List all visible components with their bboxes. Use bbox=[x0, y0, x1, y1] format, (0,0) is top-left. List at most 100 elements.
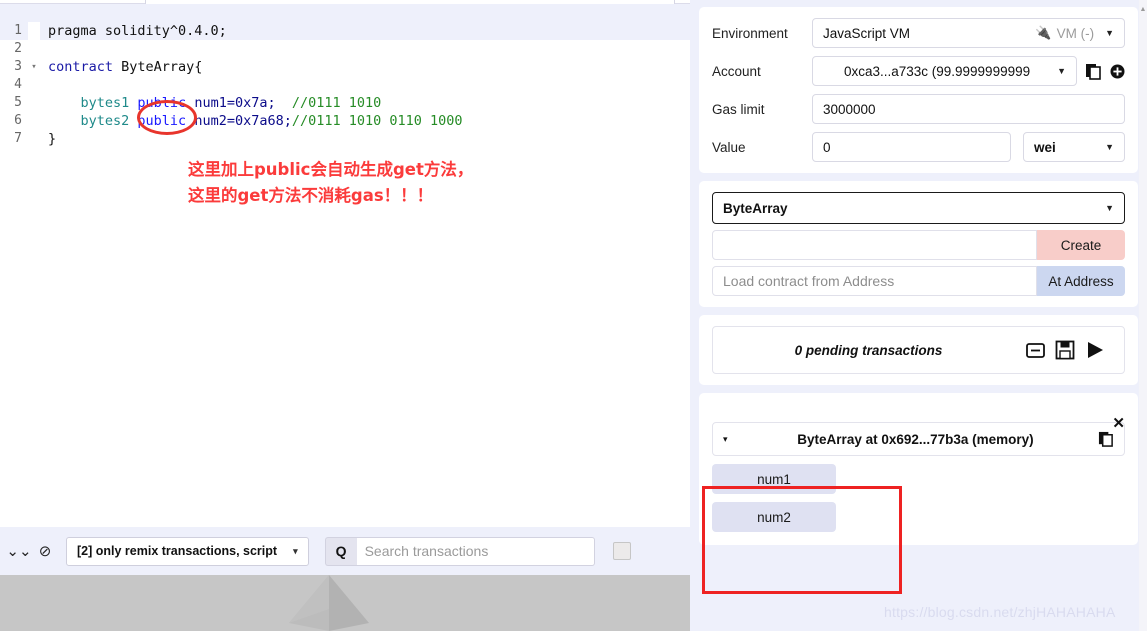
editor-pane: 1 pragma solidity^0.4.0; 2 3 ▾ contract ByteA… bbox=[0, 0, 690, 527]
contract-name: ByteArray bbox=[723, 200, 788, 216]
transactions-toolbar: ⌄⌄ ⊘ [2] only remix transactions, script… bbox=[0, 527, 690, 575]
deployed-contract-title: ByteArray at 0x692...77b3a (memory) bbox=[797, 431, 1034, 447]
plug-icon: 🔌 bbox=[1035, 25, 1052, 40]
line-number: 2 bbox=[0, 40, 28, 58]
value-input[interactable]: 0 bbox=[812, 132, 1011, 162]
panel-scrollbar[interactable]: ▲ bbox=[1139, 0, 1147, 631]
transaction-filter-select[interactable]: [2] only remix transactions, script ▾ bbox=[66, 536, 309, 566]
chevron-down-icon: ▼ bbox=[1105, 203, 1114, 213]
code-token: //0111 1010 bbox=[291, 95, 382, 111]
annotation-line-2: 这里的get方法不消耗gas！！！ bbox=[188, 186, 434, 205]
environment-value: JavaScript VM bbox=[823, 25, 911, 41]
red-annotation-text: 这里加上public会自动生成get方法， 这里的get方法不消耗gas！！！ bbox=[188, 157, 473, 209]
plus-circle-icon[interactable] bbox=[1110, 64, 1125, 79]
environment-row: Environment JavaScript VM 🔌 VM (-) ▼ bbox=[712, 18, 1125, 48]
code-token: num2=0x7a68; bbox=[194, 113, 292, 129]
code-line: 6 bytes2 public num2=0x7a68;//0111 1010 … bbox=[0, 112, 690, 130]
chevron-down-icon: ▼ bbox=[1105, 28, 1114, 38]
chevron-double-down-icon[interactable]: ⌄⌄ bbox=[6, 538, 32, 564]
value-unit-select[interactable]: wei ▼ bbox=[1023, 132, 1125, 162]
page-watermark: https://blog.csdn.net/zhjHAHAHAHA bbox=[884, 604, 1116, 620]
environment-select[interactable]: JavaScript VM 🔌 VM (-) ▼ bbox=[812, 18, 1125, 48]
search-input[interactable] bbox=[356, 536, 595, 566]
fold-toggle-icon[interactable]: ▾ bbox=[28, 58, 40, 76]
code-line-text: } bbox=[40, 130, 690, 148]
code-line-text: pragma solidity^0.4.0; bbox=[40, 22, 690, 40]
code-editor[interactable]: 1 pragma solidity^0.4.0; 2 3 ▾ contract ByteA… bbox=[0, 22, 690, 527]
line-number: 6 bbox=[0, 112, 28, 130]
search-group: Q bbox=[324, 536, 595, 566]
code-token: } bbox=[48, 131, 57, 147]
floppy-disk-icon[interactable] bbox=[1050, 340, 1080, 360]
play-icon[interactable] bbox=[1080, 340, 1110, 360]
line-number: 3 bbox=[0, 58, 28, 76]
ban-icon[interactable]: ⊘ bbox=[32, 538, 58, 564]
transaction-filter-label: [2] only remix transactions, script bbox=[77, 544, 278, 558]
contract-select[interactable]: ByteArray ▼ bbox=[712, 192, 1125, 224]
at-address-button[interactable]: At Address bbox=[1037, 266, 1125, 296]
environment-label: Environment bbox=[712, 25, 788, 41]
toolbar-extra-button[interactable] bbox=[612, 542, 631, 560]
line-number: 5 bbox=[0, 94, 28, 112]
code-line: 5 bytes1 public num1=0x7a; //0111 1010 bbox=[0, 94, 690, 112]
account-value: 0xca3...a733c (99.9999999999 bbox=[843, 63, 1031, 79]
chevron-down-icon: ▼ bbox=[1057, 66, 1066, 76]
contract-function-button[interactable]: num1 bbox=[712, 464, 836, 494]
copy-icon[interactable] bbox=[1090, 431, 1114, 447]
code-line-text: bytes2 public num2=0x7a68;//0111 1010 01… bbox=[40, 112, 690, 130]
code-line: 7} bbox=[0, 130, 690, 148]
minus-box-icon[interactable] bbox=[1020, 341, 1050, 360]
create-row: Create bbox=[712, 230, 1125, 260]
deployed-contract-header[interactable]: ▾ ByteArray at 0x692...77b3a (memory) bbox=[712, 422, 1125, 456]
code-token: num1=0x7a; bbox=[194, 95, 292, 111]
scroll-up-icon[interactable]: ▲ bbox=[1139, 6, 1147, 13]
line-number: 1 bbox=[0, 22, 28, 40]
code-token: public bbox=[137, 113, 195, 129]
close-icon[interactable]: ✕ bbox=[1112, 416, 1125, 431]
line-number: 4 bbox=[0, 76, 28, 94]
constructor-args-input[interactable] bbox=[712, 230, 1037, 260]
code-line: 4 bbox=[0, 76, 690, 94]
environment-status: 🔌 VM (-) ▼ bbox=[1035, 25, 1114, 41]
code-line-text: bytes1 public num1=0x7a; //0111 1010 bbox=[40, 94, 690, 112]
deploy-card: ByteArray ▼ Create At Address bbox=[700, 182, 1137, 306]
code-line: 1 pragma solidity^0.4.0; bbox=[0, 22, 690, 40]
pending-transactions-text: 0 pending transactions bbox=[794, 342, 943, 358]
contract-function-button[interactable]: num2 bbox=[712, 502, 836, 532]
copy-icon[interactable] bbox=[1085, 63, 1102, 80]
value-row: Value 0 wei ▼ bbox=[712, 132, 1125, 162]
at-address-row: At Address bbox=[712, 266, 1125, 296]
account-row: Account 0xca3...a733c (99.9999999999 ▼ bbox=[712, 56, 1125, 86]
gas-limit-row: Gas limit 3000000 bbox=[712, 94, 1125, 124]
code-token: bytes1 bbox=[80, 95, 138, 111]
account-select[interactable]: 0xca3...a733c (99.9999999999 ▼ bbox=[812, 56, 1077, 86]
create-button[interactable]: Create bbox=[1037, 230, 1125, 260]
value-input-wrap: 0 bbox=[812, 132, 1011, 162]
remix-run-panel: Environment JavaScript VM 🔌 VM (-) ▼ Acc… bbox=[690, 0, 1147, 631]
gas-limit-label: Gas limit bbox=[712, 101, 765, 117]
code-token: pragma solidity^0.4.0; bbox=[48, 23, 227, 39]
environment-status-label: VM (-) bbox=[1056, 25, 1095, 41]
environment-settings-card: Environment JavaScript VM 🔌 VM (-) ▼ Acc… bbox=[700, 8, 1137, 172]
gas-limit-input[interactable]: 3000000 bbox=[812, 94, 1125, 124]
deployed-contracts-card: ✕ ▾ ByteArray at 0x692...77b3a (memory) … bbox=[700, 394, 1137, 544]
pending-transactions-card: 0 pending transactions bbox=[700, 316, 1137, 384]
chevron-down-icon: ▼ bbox=[1105, 142, 1114, 152]
editor-tab[interactable] bbox=[145, 0, 675, 4]
code-token: //0111 1010 0110 1000 bbox=[291, 113, 463, 129]
editor-background-logo-area bbox=[0, 575, 690, 631]
code-token: ByteArray{ bbox=[121, 59, 203, 75]
account-label: Account bbox=[712, 63, 761, 79]
code-token: bytes2 bbox=[80, 113, 138, 129]
code-line: 2 bbox=[0, 40, 690, 58]
load-contract-address-input[interactable] bbox=[712, 266, 1037, 296]
line-number: 7 bbox=[0, 130, 28, 148]
value-unit-label: wei bbox=[1034, 139, 1056, 155]
chevron-down-icon[interactable]: ▾ bbox=[723, 434, 741, 445]
code-token: contract bbox=[48, 59, 122, 75]
value-label: Value bbox=[712, 139, 746, 155]
search-icon[interactable]: Q bbox=[324, 536, 357, 566]
code-line-text: contract ByteArray{ bbox=[40, 58, 690, 76]
